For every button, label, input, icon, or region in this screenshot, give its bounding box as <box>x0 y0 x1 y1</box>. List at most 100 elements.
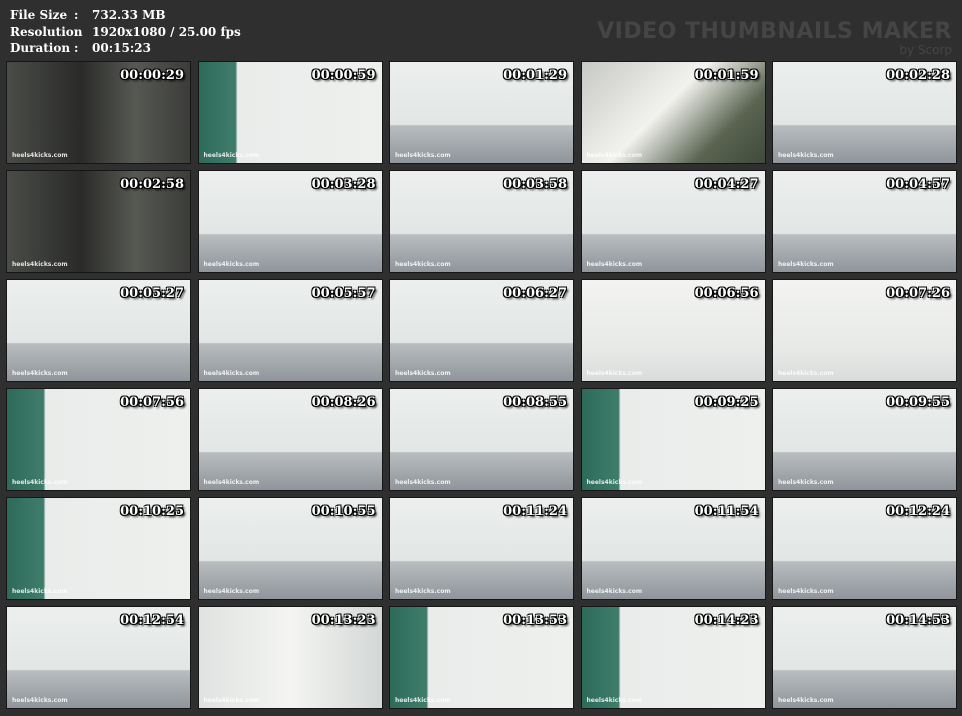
resolution-row: Resolution : 1920x1080 / 25.00 fps <box>10 24 241 41</box>
video-thumbnail[interactable]: 00:11:54 heels4kicks.com <box>580 497 766 600</box>
duration-value: 00:15:23 <box>92 41 151 55</box>
video-thumbnail[interactable]: 00:09:25 heels4kicks.com <box>580 388 766 491</box>
thumbnail-timestamp: 00:03:28 <box>311 177 376 192</box>
thumbnail-timestamp: 00:05:57 <box>311 286 376 301</box>
video-thumbnail[interactable]: 00:10:55 heels4kicks.com <box>197 497 383 600</box>
thumbnail-watermark: heels4kicks.com <box>395 261 451 268</box>
thumbnail-timestamp: 00:02:58 <box>120 177 184 192</box>
video-thumbnail[interactable]: 00:12:24 heels4kicks.com <box>772 497 957 600</box>
thumbnail-watermark: heels4kicks.com <box>395 152 451 159</box>
duration-row: Duration : 00:15:23 <box>10 40 241 57</box>
thumbnail-timestamp: 00:10:25 <box>120 504 184 519</box>
thumbnail-watermark: heels4kicks.com <box>203 588 260 595</box>
file-size-row: File Size : 732.33 MB <box>10 7 241 24</box>
thumbnail-watermark: heels4kicks.com <box>778 152 834 159</box>
thumbnail-timestamp: 00:08:26 <box>311 395 376 410</box>
brand-byline: by Scorp <box>899 43 952 57</box>
thumbnail-watermark: heels4kicks.com <box>203 370 260 377</box>
thumbnail-watermark: heels4kicks.com <box>586 588 643 595</box>
thumbnail-watermark: heels4kicks.com <box>12 479 68 486</box>
video-thumbnail[interactable]: 00:14:53 heels4kicks.com <box>772 606 957 709</box>
video-thumbnail[interactable]: 00:01:29 heels4kicks.com <box>389 61 574 164</box>
thumbnail-grid: 00:00:29 heels4kicks.com 00:00:59 heels4kic… <box>6 61 957 709</box>
thumbnail-watermark: heels4kicks.com <box>203 697 260 704</box>
video-thumbnail[interactable]: 00:10:25 heels4kicks.com <box>6 497 191 600</box>
video-thumbnail[interactable]: 00:02:58 heels4kicks.com <box>6 170 191 273</box>
thumbnail-timestamp: 00:13:23 <box>311 613 376 628</box>
thumbnail-timestamp: 00:07:56 <box>120 395 184 410</box>
thumbnail-timestamp: 00:00:29 <box>120 68 184 83</box>
thumbnail-watermark: heels4kicks.com <box>778 261 834 268</box>
video-thumbnail[interactable]: 00:00:59 heels4kicks.com <box>197 61 383 164</box>
thumbnail-timestamp: 00:01:29 <box>503 68 567 83</box>
thumbnail-watermark: heels4kicks.com <box>395 370 451 377</box>
info-separator: : <box>74 24 79 39</box>
thumbnail-timestamp: 00:05:27 <box>120 286 184 301</box>
video-thumbnail[interactable]: 00:08:26 heels4kicks.com <box>197 388 383 491</box>
thumbnail-watermark: heels4kicks.com <box>12 697 68 704</box>
thumbnail-watermark: heels4kicks.com <box>395 697 451 704</box>
video-thumbnail[interactable]: 00:08:55 heels4kicks.com <box>389 388 574 491</box>
thumbnail-timestamp: 00:06:56 <box>694 286 759 301</box>
thumbnail-timestamp: 00:00:59 <box>311 68 376 83</box>
info-label: Resolution <box>10 24 83 39</box>
video-thumbnail[interactable]: 00:13:53 heels4kicks.com <box>389 606 574 709</box>
thumbnail-timestamp: 00:12:54 <box>120 613 184 628</box>
video-thumbnail[interactable]: 00:14:23 heels4kicks.com <box>580 606 766 709</box>
thumbnail-timestamp: 00:13:53 <box>503 613 567 628</box>
thumbnail-timestamp: 00:07:26 <box>886 286 950 301</box>
video-thumbnail[interactable]: 00:06:27 heels4kicks.com <box>389 279 574 382</box>
thumbnail-watermark: heels4kicks.com <box>12 152 68 159</box>
file-info-panel: File Size : 732.33 MB Resolution : 1920x… <box>10 7 241 57</box>
thumbnail-timestamp: 00:09:55 <box>886 395 950 410</box>
info-separator: : <box>74 8 79 22</box>
info-label: Duration <box>10 41 71 55</box>
video-thumbnail[interactable]: 00:07:26 heels4kicks.com <box>772 279 957 382</box>
video-thumbnail[interactable]: 00:09:55 heels4kicks.com <box>772 388 957 491</box>
thumbnail-timestamp: 00:08:55 <box>503 395 567 410</box>
video-thumbnail[interactable]: 00:04:27 heels4kicks.com <box>580 170 766 273</box>
video-thumbnail[interactable]: 00:06:56 heels4kicks.com <box>580 279 766 382</box>
thumbnail-watermark: heels4kicks.com <box>12 370 68 377</box>
video-thumbnail[interactable]: 00:03:28 heels4kicks.com <box>197 170 383 273</box>
video-thumbnail[interactable]: 00:04:57 heels4kicks.com <box>772 170 957 273</box>
thumbnail-watermark: heels4kicks.com <box>12 261 68 268</box>
thumbnail-watermark: heels4kicks.com <box>778 697 834 704</box>
thumbnail-timestamp: 00:11:54 <box>694 504 759 519</box>
video-thumbnail[interactable]: 00:03:58 heels4kicks.com <box>389 170 574 273</box>
video-thumbnail[interactable]: 00:02:28 heels4kicks.com <box>772 61 957 164</box>
file-size-value: 732.33 MB <box>92 8 166 22</box>
thumbnail-watermark: heels4kicks.com <box>586 479 643 486</box>
thumbnail-timestamp: 00:10:55 <box>311 504 376 519</box>
thumbnail-timestamp: 00:12:24 <box>886 504 950 519</box>
thumbnail-timestamp: 00:04:57 <box>886 177 950 192</box>
thumbnail-watermark: heels4kicks.com <box>778 370 834 377</box>
thumbnail-timestamp: 00:09:25 <box>694 395 759 410</box>
thumbnail-watermark: heels4kicks.com <box>586 261 643 268</box>
video-thumbnail[interactable]: 00:07:56 heels4kicks.com <box>6 388 191 491</box>
video-thumbnail[interactable]: 00:05:57 heels4kicks.com <box>197 279 383 382</box>
video-thumbnail[interactable]: 00:01:59 heels4kicks.com <box>580 61 766 164</box>
thumbnail-watermark: heels4kicks.com <box>395 479 451 486</box>
brand-logo: VIDEO THUMBNAILS MAKER by Scorp <box>597 20 952 57</box>
thumbnail-watermark: heels4kicks.com <box>778 479 834 486</box>
video-thumbnail[interactable]: 00:11:24 heels4kicks.com <box>389 497 574 600</box>
thumbnail-watermark: heels4kicks.com <box>395 588 451 595</box>
video-thumbnail[interactable]: 00:12:54 heels4kicks.com <box>6 606 191 709</box>
thumbnail-timestamp: 00:11:24 <box>503 504 567 519</box>
info-separator: : <box>74 41 79 55</box>
resolution-value: 1920x1080 / 25.00 fps <box>92 24 241 39</box>
thumbnail-timestamp: 00:04:27 <box>694 177 759 192</box>
thumbnail-timestamp: 00:02:28 <box>886 68 950 83</box>
info-label: File Size <box>10 8 68 22</box>
thumbnail-timestamp: 00:14:23 <box>694 613 759 628</box>
video-thumbnail[interactable]: 00:05:27 heels4kicks.com <box>6 279 191 382</box>
thumbnail-watermark: heels4kicks.com <box>586 370 643 377</box>
thumbnail-watermark: heels4kicks.com <box>203 479 260 486</box>
thumbnail-watermark: heels4kicks.com <box>203 152 260 159</box>
thumbnail-watermark: heels4kicks.com <box>586 152 643 159</box>
video-thumbnail[interactable]: 00:00:29 heels4kicks.com <box>6 61 191 164</box>
thumbnail-timestamp: 00:14:53 <box>886 613 950 628</box>
video-thumbnail[interactable]: 00:13:23 heels4kicks.com <box>197 606 383 709</box>
thumbnail-watermark: heels4kicks.com <box>778 588 834 595</box>
